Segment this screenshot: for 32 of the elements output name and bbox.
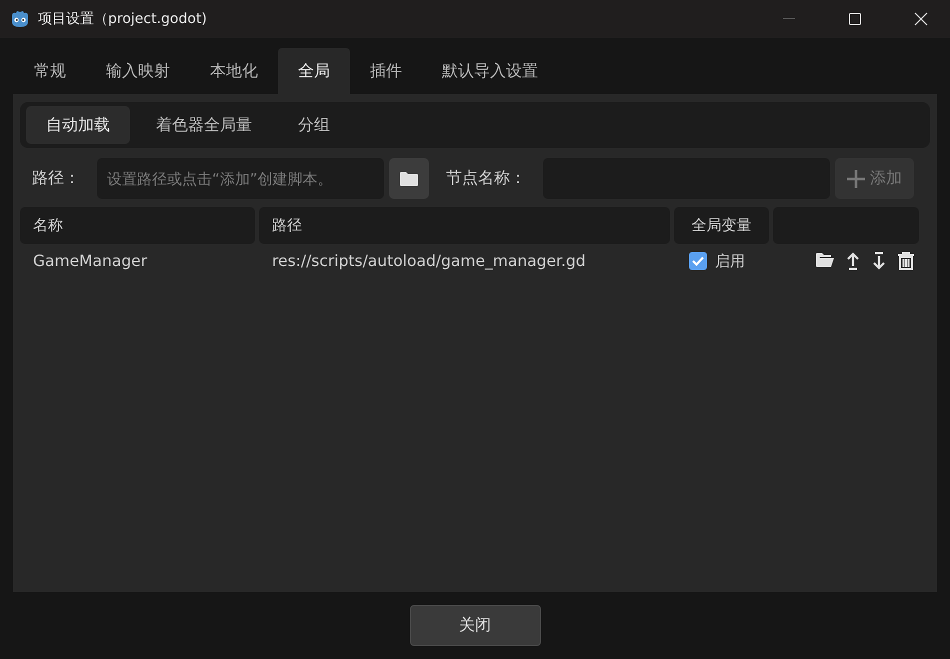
- settings-tab[interactable]: 常规: [14, 48, 86, 94]
- close-icon: [914, 12, 928, 26]
- table-cell-text: res://scripts/autoload/game_manager.gd: [271, 252, 587, 270]
- window-title: 项目设置（project.godot): [38, 10, 208, 28]
- settings-tab[interactable]: 输入映射: [86, 48, 190, 94]
- close-dialog-button[interactable]: 关闭: [410, 605, 540, 646]
- subtab[interactable]: 着色器全局量: [136, 106, 272, 144]
- settings-tab[interactable]: 插件: [350, 48, 422, 94]
- column-header: 路径: [259, 207, 670, 244]
- move-up-icon[interactable]: [845, 252, 861, 270]
- column-header: 全局变量: [674, 207, 769, 244]
- enable-label: 启用: [715, 252, 745, 270]
- folder-icon: [400, 172, 418, 186]
- folder-icon[interactable]: [815, 252, 835, 270]
- path-field[interactable]: 设置路径或点击“添加”创建脚本。: [97, 158, 384, 199]
- settings-tab[interactable]: 本地化: [190, 48, 278, 94]
- plus-icon: [847, 170, 865, 188]
- column-header: 名称: [20, 207, 255, 244]
- app-logo-icon: [10, 10, 30, 28]
- minimize-icon: [783, 18, 795, 20]
- maximize-icon: [849, 13, 861, 25]
- enable-checkbox[interactable]: [689, 252, 707, 270]
- subtab[interactable]: 自动加载: [26, 106, 130, 144]
- table-cell-text: GameManager: [32, 252, 148, 270]
- settings-tab[interactable]: 默认导入设置: [422, 48, 558, 94]
- settings-tab[interactable]: 全局: [278, 48, 350, 94]
- browse-button[interactable]: [389, 158, 429, 199]
- node-name-label: 节点名称：: [445, 168, 527, 189]
- move-down-icon[interactable]: [871, 252, 887, 270]
- trash-icon[interactable]: [897, 252, 915, 270]
- path-label: 路径：: [31, 168, 81, 189]
- subtab[interactable]: 分组: [278, 106, 350, 144]
